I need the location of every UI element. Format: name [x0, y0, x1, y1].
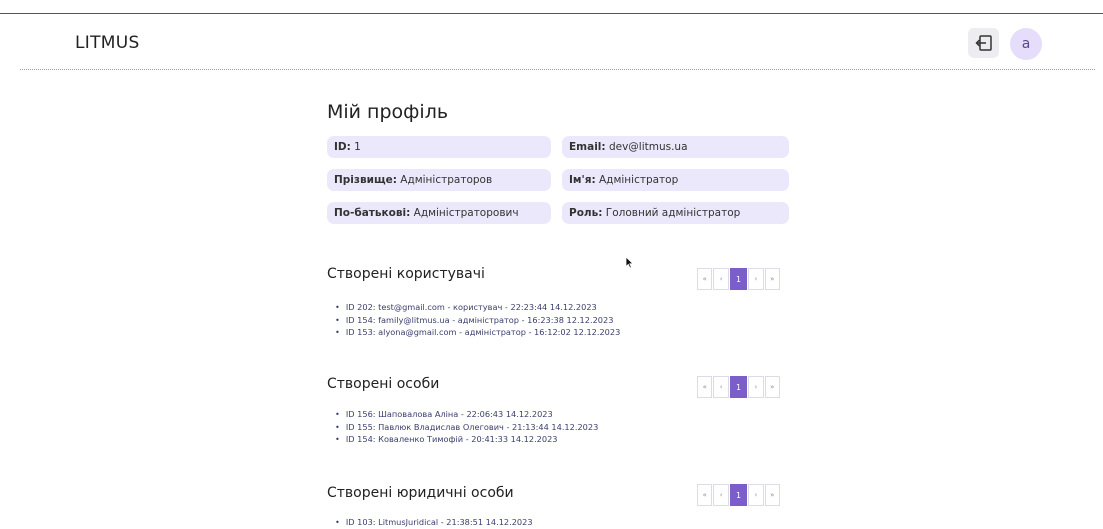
profile-field-email: Email: dev@litmus.ua [562, 136, 789, 158]
last-page-button[interactable]: » [764, 376, 781, 398]
profile-field-patronymic: По-батькові: Адміністраторович [327, 202, 551, 224]
list-item[interactable]: ID 202: test@gmail.com - користувач - 22… [335, 301, 620, 314]
field-label: Роль: [569, 207, 603, 219]
profile-field-name: Ім'я: Адміністратор [562, 169, 789, 191]
first-page-button[interactable]: « [697, 484, 713, 506]
user-avatar[interactable]: a [1010, 28, 1042, 60]
field-label: По-батькові: [334, 207, 411, 219]
prev-page-button[interactable]: ‹ [713, 484, 729, 506]
field-value: Адміністраторович [413, 207, 519, 219]
last-page-button[interactable]: » [764, 268, 781, 290]
persons-list: ID 156: Шаповалова Аліна - 22:06:43 14.1… [335, 408, 598, 446]
field-label: Ім'я: [569, 174, 596, 186]
list-item[interactable]: ID 155: Павлюк Владислав Олегович - 21:1… [335, 421, 598, 434]
section-title-juridical: Створені юридичні особи [327, 485, 514, 501]
field-label: Прізвище: [334, 174, 397, 186]
pagination-persons: « ‹ 1 › » [697, 376, 781, 398]
field-value: 1 [354, 141, 361, 153]
users-list: ID 202: test@gmail.com - користувач - 22… [335, 301, 620, 339]
logout-icon [974, 35, 992, 51]
field-label: ID: [334, 141, 351, 153]
section-title-persons: Створені особи [327, 376, 440, 392]
section-title-users: Створені користувачі [327, 266, 485, 282]
field-value: Адміністратор [599, 174, 679, 186]
pagination-juridical: « ‹ 1 › » [697, 484, 781, 506]
field-label: Email: [569, 141, 606, 153]
list-item[interactable]: ID 153: alyona@gmail.com - адміністратор… [335, 326, 620, 339]
page-button[interactable]: 1 [729, 268, 748, 290]
header-divider [20, 69, 1095, 70]
app-header: LITMUS a [0, 14, 1103, 71]
profile-field-role: Роль: Головний адміністратор [562, 202, 789, 224]
profile-field-surname: Прізвище: Адміністраторов [327, 169, 551, 191]
list-item[interactable]: ID 154: family@litmus.ua - адміністратор… [335, 314, 620, 327]
app-logo[interactable]: LITMUS [75, 33, 140, 53]
next-page-button[interactable]: › [748, 484, 764, 506]
mouse-pointer-icon [625, 256, 634, 269]
list-item[interactable]: ID 154: Коваленко Тимофій - 20:41:33 14.… [335, 433, 598, 446]
field-value: Адміністраторов [400, 174, 493, 186]
field-value: Головний адміністратор [605, 207, 741, 219]
page-button[interactable]: 1 [729, 484, 748, 506]
list-item[interactable]: ID 156: Шаповалова Аліна - 22:06:43 14.1… [335, 408, 598, 421]
prev-page-button[interactable]: ‹ [713, 376, 729, 398]
last-page-button[interactable]: » [764, 484, 781, 506]
profile-field-id: ID: 1 [327, 136, 551, 158]
next-page-button[interactable]: › [748, 376, 764, 398]
logout-button[interactable] [968, 28, 999, 58]
first-page-button[interactable]: « [697, 268, 713, 290]
prev-page-button[interactable]: ‹ [713, 268, 729, 290]
field-value: dev@litmus.ua [608, 141, 688, 153]
page-button[interactable]: 1 [729, 376, 748, 398]
first-page-button[interactable]: « [697, 376, 713, 398]
next-page-button[interactable]: › [748, 268, 764, 290]
page-title: Мій профіль [327, 101, 449, 123]
pagination-users: « ‹ 1 › » [697, 268, 781, 290]
